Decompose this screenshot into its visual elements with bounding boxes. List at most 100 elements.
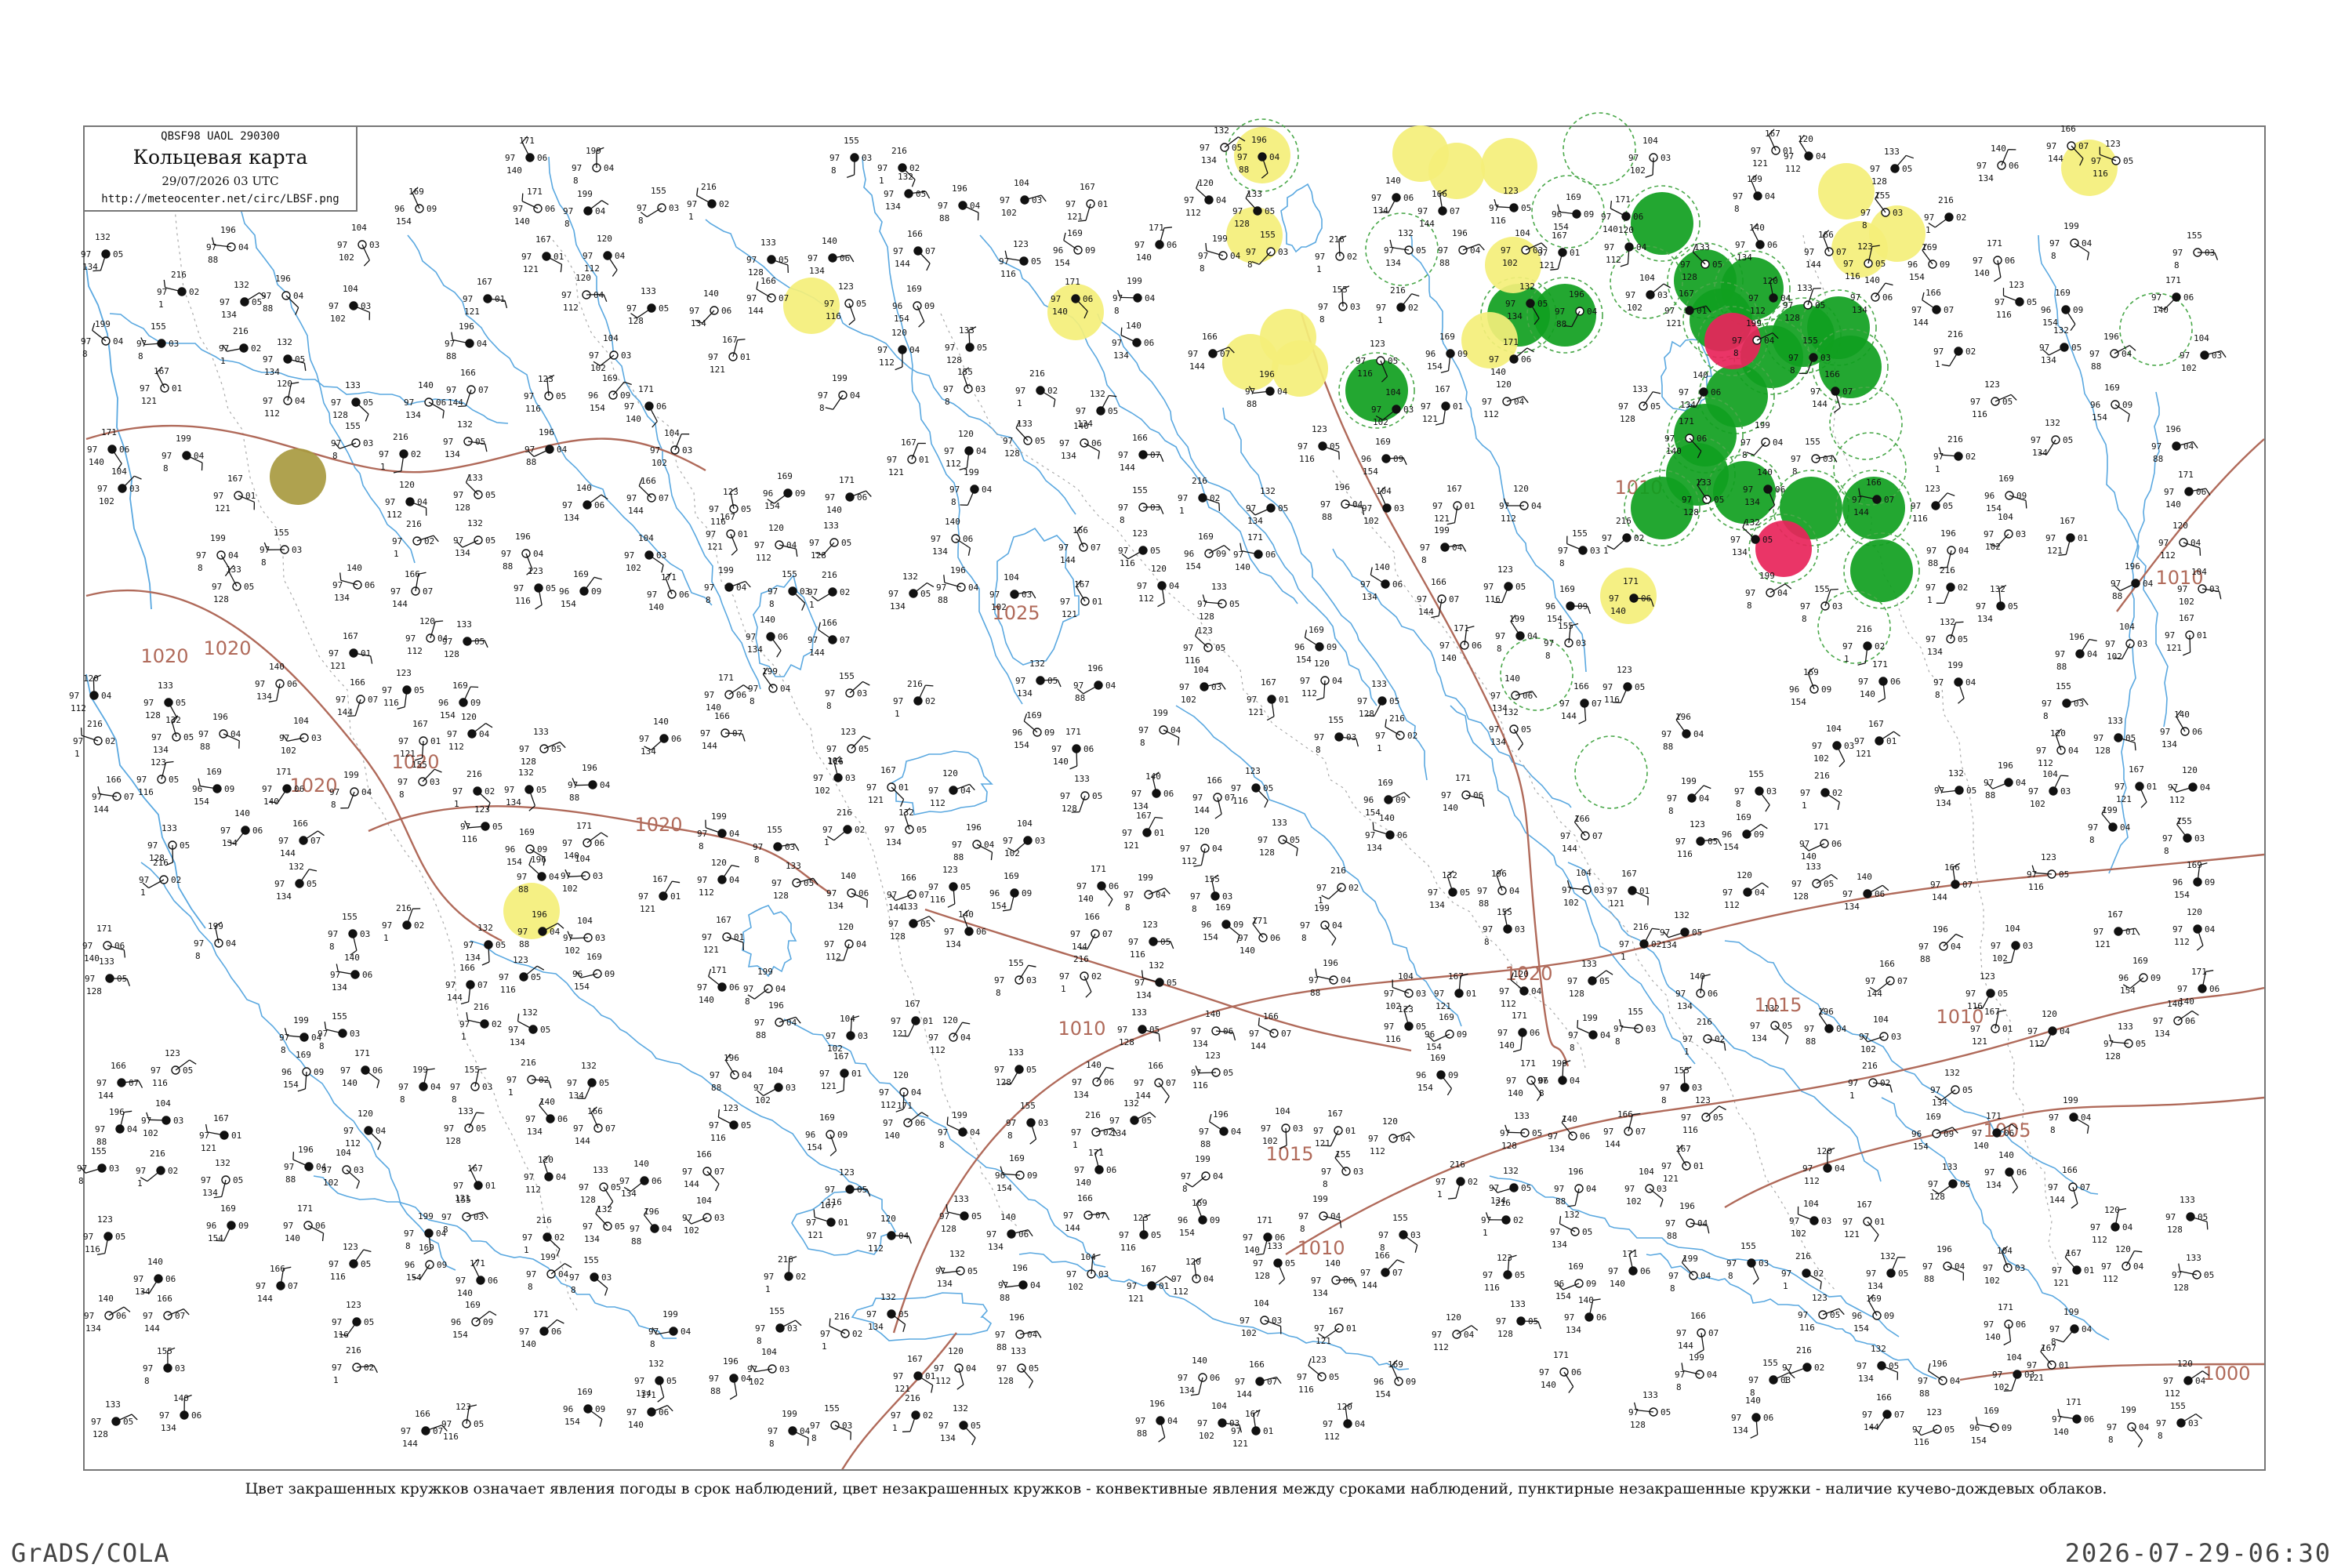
station-plot[interactable]: 196978804: [1438, 228, 1485, 268]
station-plot[interactable]: 1049710203: [328, 284, 371, 324]
station-plot[interactable]: 21697102: [332, 1345, 378, 1385]
station-plot[interactable]: 21697102: [392, 519, 439, 559]
station-plot[interactable]: 1669714407: [1862, 1392, 1904, 1432]
station-plot[interactable]: 1719714006: [2052, 1397, 2094, 1437]
station-plot[interactable]: 1329713405: [274, 862, 317, 902]
station-plot[interactable]: 1339712805: [994, 1047, 1036, 1087]
station-plot[interactable]: 1239711605: [1489, 186, 1531, 226]
station-plot[interactable]: 21697102: [1376, 285, 1420, 325]
station-plot[interactable]: 15597803: [1544, 621, 1586, 661]
station-plot[interactable]: 1719714006: [456, 1258, 498, 1298]
station-plot[interactable]: 19997804: [1667, 776, 1711, 816]
station-plot[interactable]: 1339712805: [2093, 716, 2136, 756]
station-plot[interactable]: 15597803: [318, 1011, 360, 1051]
station-plot[interactable]: 1669714407: [573, 1106, 615, 1146]
station-plot[interactable]: 15597803: [829, 136, 872, 179]
station-plot[interactable]: 1669714407: [1676, 1311, 1719, 1355]
station-plot[interactable]: 1409713406: [931, 517, 973, 557]
station-plot[interactable]: 1699615409: [1184, 532, 1231, 572]
station-plot[interactable]: 1669714407: [1070, 912, 1112, 952]
station-plot[interactable]: 196978804: [261, 274, 304, 315]
station-plot[interactable]: 1239711605: [1191, 1051, 1233, 1091]
station-plot[interactable]: 1679712101: [638, 874, 681, 914]
station-plot[interactable]: 1409713406: [826, 871, 869, 911]
station-plot[interactable]: 1339712805: [1870, 147, 1915, 187]
station-plot[interactable]: 1239711605: [1965, 971, 2008, 1011]
station-plot[interactable]: 1679712101: [463, 277, 508, 317]
station-plot[interactable]: 1699615409: [1361, 437, 1407, 477]
station-plot[interactable]: 15597803: [1118, 485, 1164, 525]
station-plot[interactable]: 1699615409: [1363, 778, 1410, 818]
station-plot[interactable]: 1049710203: [682, 1196, 724, 1236]
station-plot[interactable]: 19997804: [1537, 1058, 1581, 1098]
station-plot[interactable]: 1699615409: [1552, 192, 1594, 232]
station-plot[interactable]: 19997804: [1733, 174, 1776, 214]
station-plot[interactable]: 1669714407: [1118, 433, 1164, 473]
station-plot[interactable]: 1669714407: [256, 1264, 298, 1304]
station-plot[interactable]: 1329713405: [151, 715, 194, 755]
station-plot[interactable]: 196978804: [206, 225, 249, 265]
station-plot[interactable]: 1679712101: [2045, 516, 2088, 556]
station-plot[interactable]: 1329713405: [508, 1007, 550, 1047]
station-plot[interactable]: 1409713406: [1131, 771, 1174, 811]
station-plot[interactable]: 1339712805: [1500, 1111, 1542, 1151]
station-plot[interactable]: 1239711605: [499, 955, 545, 995]
station-plot[interactable]: 1239711605: [1231, 766, 1273, 808]
station-plot[interactable]: 1719714006: [283, 1203, 325, 1243]
station-plot[interactable]: 19997804: [949, 467, 993, 507]
station-plot[interactable]: 1339712805: [2172, 1253, 2214, 1293]
station-plot[interactable]: 1209711204: [1722, 870, 1769, 910]
station-plot[interactable]: 1669714407: [1930, 862, 1973, 902]
station-plot[interactable]: 1679712101: [1751, 129, 1793, 169]
station-plot[interactable]: 1669714407: [1360, 1250, 1405, 1290]
station-plot[interactable]: 1329713405: [1976, 584, 2018, 624]
station-plot[interactable]: 196978804: [1665, 1201, 1710, 1241]
station-plot[interactable]: 1209711204: [2168, 765, 2211, 805]
station-plot[interactable]: 1679712101: [887, 437, 929, 477]
station-plot[interactable]: 1329713405: [1109, 1098, 1156, 1138]
station-plot[interactable]: 1719714006: [626, 1390, 673, 1430]
station-plot[interactable]: 19997804: [1668, 1254, 1711, 1294]
station-plot[interactable]: 1409713406: [84, 1294, 131, 1334]
station-plot[interactable]: 1239711605: [1912, 1407, 1955, 1447]
station-plot[interactable]: 1339712805: [442, 619, 488, 659]
station-plot[interactable]: 196978804: [710, 1053, 753, 1093]
station-plot[interactable]: 1209711204: [2158, 521, 2201, 561]
station-plot[interactable]: 1329713405: [220, 280, 267, 320]
station-plot[interactable]: 1699615409: [1178, 1198, 1220, 1238]
station-plot[interactable]: 1409713406: [220, 808, 263, 848]
station-plot[interactable]: 1339712805: [212, 564, 254, 604]
station-plot[interactable]: 19997804: [1138, 708, 1181, 748]
station-plot[interactable]: 1669714407: [1063, 1193, 1110, 1233]
station-plot[interactable]: 196978804: [1918, 1359, 1961, 1399]
station-plot[interactable]: 21697102: [382, 903, 424, 943]
station-plot[interactable]: 1699615409: [1911, 1112, 1958, 1152]
station-plot[interactable]: 1209711204: [1784, 134, 1827, 174]
station-plot[interactable]: 15597803: [450, 1065, 492, 1105]
station-plot[interactable]: 1719714006: [704, 673, 750, 713]
station-plot[interactable]: 1699615409: [1425, 1012, 1467, 1052]
station-plot[interactable]: 1049710203: [1624, 1167, 1667, 1207]
station-plot[interactable]: 1329713405: [1866, 1251, 1908, 1291]
station-plot[interactable]: 1329713405: [1428, 870, 1470, 910]
station-plot[interactable]: 1239711605: [83, 1214, 125, 1256]
station-plot[interactable]: 15597803: [1318, 285, 1360, 325]
station-plot[interactable]: 21697102: [1924, 195, 1966, 235]
station-plot[interactable]: 1329713405: [81, 232, 123, 272]
station-plot[interactable]: 1679712101: [819, 1051, 862, 1094]
station-plot[interactable]: 1239711605: [1298, 424, 1340, 464]
station-plot[interactable]: 1339712805: [1791, 862, 1838, 902]
station-plot[interactable]: 21697102: [891, 1393, 933, 1433]
station-plot[interactable]: 1679712101: [806, 1200, 848, 1240]
station-plot[interactable]: 1329713405: [1246, 486, 1288, 526]
station-plot[interactable]: 1699615409: [1852, 1294, 1894, 1334]
station-plot[interactable]: 196978804: [1922, 1244, 1965, 1284]
station-plot[interactable]: 1049710203: [97, 466, 142, 506]
station-plot[interactable]: 1679712101: [1314, 1306, 1356, 1346]
station-plot[interactable]: 1339712805: [2165, 1195, 2209, 1235]
station-plot[interactable]: 196978804: [1199, 1109, 1242, 1149]
station-plot[interactable]: 1339712805: [1117, 1007, 1161, 1047]
station-plot[interactable]: 1409713406: [159, 1393, 201, 1433]
station-plot[interactable]: 1209711204: [1171, 1257, 1214, 1297]
station-plot[interactable]: 1239711605: [441, 1402, 484, 1442]
